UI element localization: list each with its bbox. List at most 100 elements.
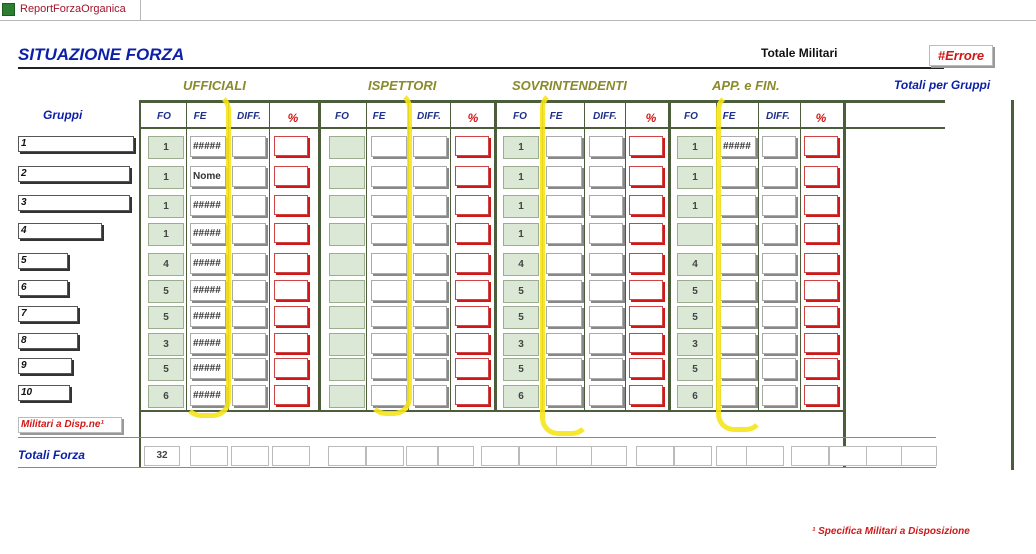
pct-isp-10[interactable]	[455, 385, 489, 405]
pct-sov-3[interactable]	[629, 195, 663, 215]
fo-isp-10[interactable]	[329, 385, 365, 408]
fo-app-4[interactable]	[677, 223, 713, 246]
pct-isp-4[interactable]	[455, 223, 489, 243]
totali-forza-field[interactable]	[481, 446, 519, 466]
diff-isp-10[interactable]	[413, 385, 447, 406]
diff-uff-10[interactable]	[232, 385, 266, 406]
diff-sov-8[interactable]	[589, 333, 623, 354]
fo-app-5[interactable]: 4	[677, 253, 713, 276]
fo-isp-9[interactable]	[329, 358, 365, 381]
diff-uff-6[interactable]	[232, 280, 266, 301]
militari-disp-field[interactable]: Militari a Disp.ne¹	[18, 417, 122, 433]
totali-forza-field[interactable]	[716, 446, 748, 466]
totale-militari-value[interactable]: #Errore	[929, 45, 993, 66]
diff-app-7[interactable]	[762, 306, 796, 327]
fo-isp-4[interactable]	[329, 223, 365, 246]
fo-sov-3[interactable]: 1	[503, 195, 539, 218]
fo-sov-2[interactable]: 1	[503, 166, 539, 189]
fo-sov-8[interactable]: 3	[503, 333, 539, 356]
diff-uff-8[interactable]	[232, 333, 266, 354]
diff-app-9[interactable]	[762, 358, 796, 379]
totali-forza-field[interactable]	[519, 446, 557, 466]
totali-forza-field[interactable]	[791, 446, 829, 466]
fo-app-9[interactable]: 5	[677, 358, 713, 381]
pct-uff-6[interactable]	[274, 280, 308, 300]
diff-app-5[interactable]	[762, 253, 796, 274]
diff-sov-6[interactable]	[589, 280, 623, 301]
pct-uff-5[interactable]	[274, 253, 308, 273]
diff-uff-4[interactable]	[232, 223, 266, 244]
diff-uff-1[interactable]	[232, 136, 266, 157]
pct-uff-4[interactable]	[274, 223, 308, 243]
totali-forza-field[interactable]	[328, 446, 366, 466]
fo-uff-9[interactable]: 5	[148, 358, 184, 381]
pct-app-5[interactable]	[804, 253, 838, 273]
row-label-1[interactable]: 1	[18, 136, 134, 152]
totali-forza-field[interactable]	[901, 446, 937, 466]
fo-isp-6[interactable]	[329, 280, 365, 303]
pct-app-1[interactable]	[804, 136, 838, 156]
totali-forza-field[interactable]	[746, 446, 784, 466]
diff-app-3[interactable]	[762, 195, 796, 216]
diff-app-1[interactable]	[762, 136, 796, 157]
row-label-6[interactable]: 6	[18, 280, 68, 296]
totali-forza-field[interactable]	[866, 446, 902, 466]
pct-app-4[interactable]	[804, 223, 838, 243]
totali-forza-field[interactable]	[190, 446, 228, 466]
diff-app-8[interactable]	[762, 333, 796, 354]
totali-forza-field[interactable]	[272, 446, 310, 466]
diff-uff-7[interactable]	[232, 306, 266, 327]
fo-isp-2[interactable]	[329, 166, 365, 189]
fo-sov-4[interactable]: 1	[503, 223, 539, 246]
diff-app-2[interactable]	[762, 166, 796, 187]
diff-sov-5[interactable]	[589, 253, 623, 274]
fo-app-8[interactable]: 3	[677, 333, 713, 356]
pct-isp-7[interactable]	[455, 306, 489, 326]
row-label-2[interactable]: 2	[18, 166, 130, 182]
diff-uff-5[interactable]	[232, 253, 266, 274]
diff-sov-1[interactable]	[589, 136, 623, 157]
row-label-8[interactable]: 8	[18, 333, 78, 349]
pct-app-2[interactable]	[804, 166, 838, 186]
pct-sov-5[interactable]	[629, 253, 663, 273]
diff-sov-2[interactable]	[589, 166, 623, 187]
fo-app-10[interactable]: 6	[677, 385, 713, 408]
diff-isp-1[interactable]	[413, 136, 447, 157]
diff-sov-7[interactable]	[589, 306, 623, 327]
totali-forza-field[interactable]	[231, 446, 269, 466]
totali-forza-value[interactable]: 32	[144, 446, 180, 466]
pct-sov-7[interactable]	[629, 306, 663, 326]
row-label-9[interactable]: 9	[18, 358, 72, 374]
fo-uff-1[interactable]: 1	[148, 136, 184, 159]
pct-isp-9[interactable]	[455, 358, 489, 378]
pct-sov-10[interactable]	[629, 385, 663, 405]
diff-isp-7[interactable]	[413, 306, 447, 327]
row-label-4[interactable]: 4	[18, 223, 102, 239]
pct-app-3[interactable]	[804, 195, 838, 215]
fo-uff-10[interactable]: 6	[148, 385, 184, 408]
fo-isp-8[interactable]	[329, 333, 365, 356]
fo-isp-7[interactable]	[329, 306, 365, 329]
fo-uff-2[interactable]: 1	[148, 166, 184, 189]
diff-sov-3[interactable]	[589, 195, 623, 216]
diff-isp-9[interactable]	[413, 358, 447, 379]
fo-app-2[interactable]: 1	[677, 166, 713, 189]
pct-uff-7[interactable]	[274, 306, 308, 326]
fo-isp-5[interactable]	[329, 253, 365, 276]
pct-uff-8[interactable]	[274, 333, 308, 353]
pct-isp-3[interactable]	[455, 195, 489, 215]
pct-sov-9[interactable]	[629, 358, 663, 378]
pct-isp-6[interactable]	[455, 280, 489, 300]
fo-isp-3[interactable]	[329, 195, 365, 218]
fo-sov-7[interactable]: 5	[503, 306, 539, 329]
diff-sov-4[interactable]	[589, 223, 623, 244]
diff-app-4[interactable]	[762, 223, 796, 244]
fo-app-7[interactable]: 5	[677, 306, 713, 329]
pct-uff-1[interactable]	[274, 136, 308, 156]
pct-uff-2[interactable]	[274, 166, 308, 186]
diff-isp-8[interactable]	[413, 333, 447, 354]
totali-forza-field[interactable]	[829, 446, 867, 466]
pct-isp-8[interactable]	[455, 333, 489, 353]
pct-uff-9[interactable]	[274, 358, 308, 378]
totali-forza-field[interactable]	[674, 446, 712, 466]
